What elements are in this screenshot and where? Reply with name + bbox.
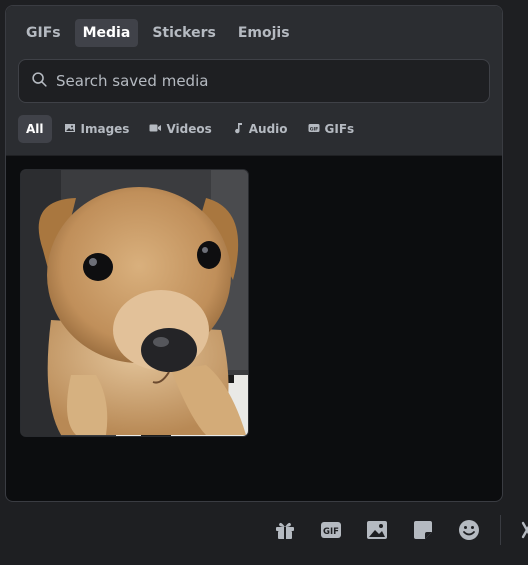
message-toolbar: GIF xyxy=(0,503,528,565)
toolbar-divider xyxy=(500,515,501,545)
filter-images[interactable]: Images xyxy=(56,115,138,143)
filter-audio-label: Audio xyxy=(248,122,288,136)
sticker-icon xyxy=(411,521,435,546)
emoji-button[interactable] xyxy=(457,518,481,542)
tab-gifs[interactable]: GIFs xyxy=(18,19,69,47)
puppy-photo xyxy=(21,170,248,436)
tab-emojis[interactable]: Emojis xyxy=(230,19,298,47)
video-camera-icon xyxy=(149,122,162,137)
search-icon xyxy=(31,71,48,92)
media-grid xyxy=(6,156,502,501)
filter-gifs[interactable]: GIF GIFs xyxy=(300,115,363,143)
filter-all[interactable]: All xyxy=(18,115,52,143)
image-button[interactable] xyxy=(365,518,389,542)
gift-button[interactable] xyxy=(273,518,297,542)
filter-images-label: Images xyxy=(80,122,130,136)
music-note-icon xyxy=(232,122,244,137)
filter-gifs-label: GIFs xyxy=(324,122,355,136)
media-filters: All Images Videos Audio GIF GIFs xyxy=(18,115,490,143)
filter-all-label: All xyxy=(26,122,44,136)
saved-media-popup: GIFs Media Stickers Emojis All Images xyxy=(5,5,503,502)
gift-icon xyxy=(273,522,297,546)
gif-icon: GIF xyxy=(308,122,320,137)
gif-button[interactable]: GIF xyxy=(319,518,343,542)
filter-audio[interactable]: Audio xyxy=(224,115,296,143)
filter-videos-label: Videos xyxy=(166,122,212,136)
close-icon[interactable] xyxy=(520,517,528,543)
filter-videos[interactable]: Videos xyxy=(141,115,219,143)
popup-header: GIFs Media Stickers Emojis All Images xyxy=(6,6,502,156)
svg-text:GIF: GIF xyxy=(323,527,339,537)
tab-stickers[interactable]: Stickers xyxy=(144,19,224,47)
search-box xyxy=(18,59,490,103)
image-icon xyxy=(365,521,389,546)
search-input[interactable] xyxy=(56,72,456,90)
tab-media[interactable]: Media xyxy=(74,19,139,47)
sticker-button[interactable] xyxy=(411,518,435,542)
gif-icon: GIF xyxy=(319,522,343,546)
image-icon xyxy=(64,122,76,137)
picker-tabs: GIFs Media Stickers Emojis xyxy=(18,19,490,47)
emoji-icon xyxy=(457,520,481,546)
saved-media-item[interactable] xyxy=(20,169,249,437)
svg-text:GIF: GIF xyxy=(309,126,318,132)
